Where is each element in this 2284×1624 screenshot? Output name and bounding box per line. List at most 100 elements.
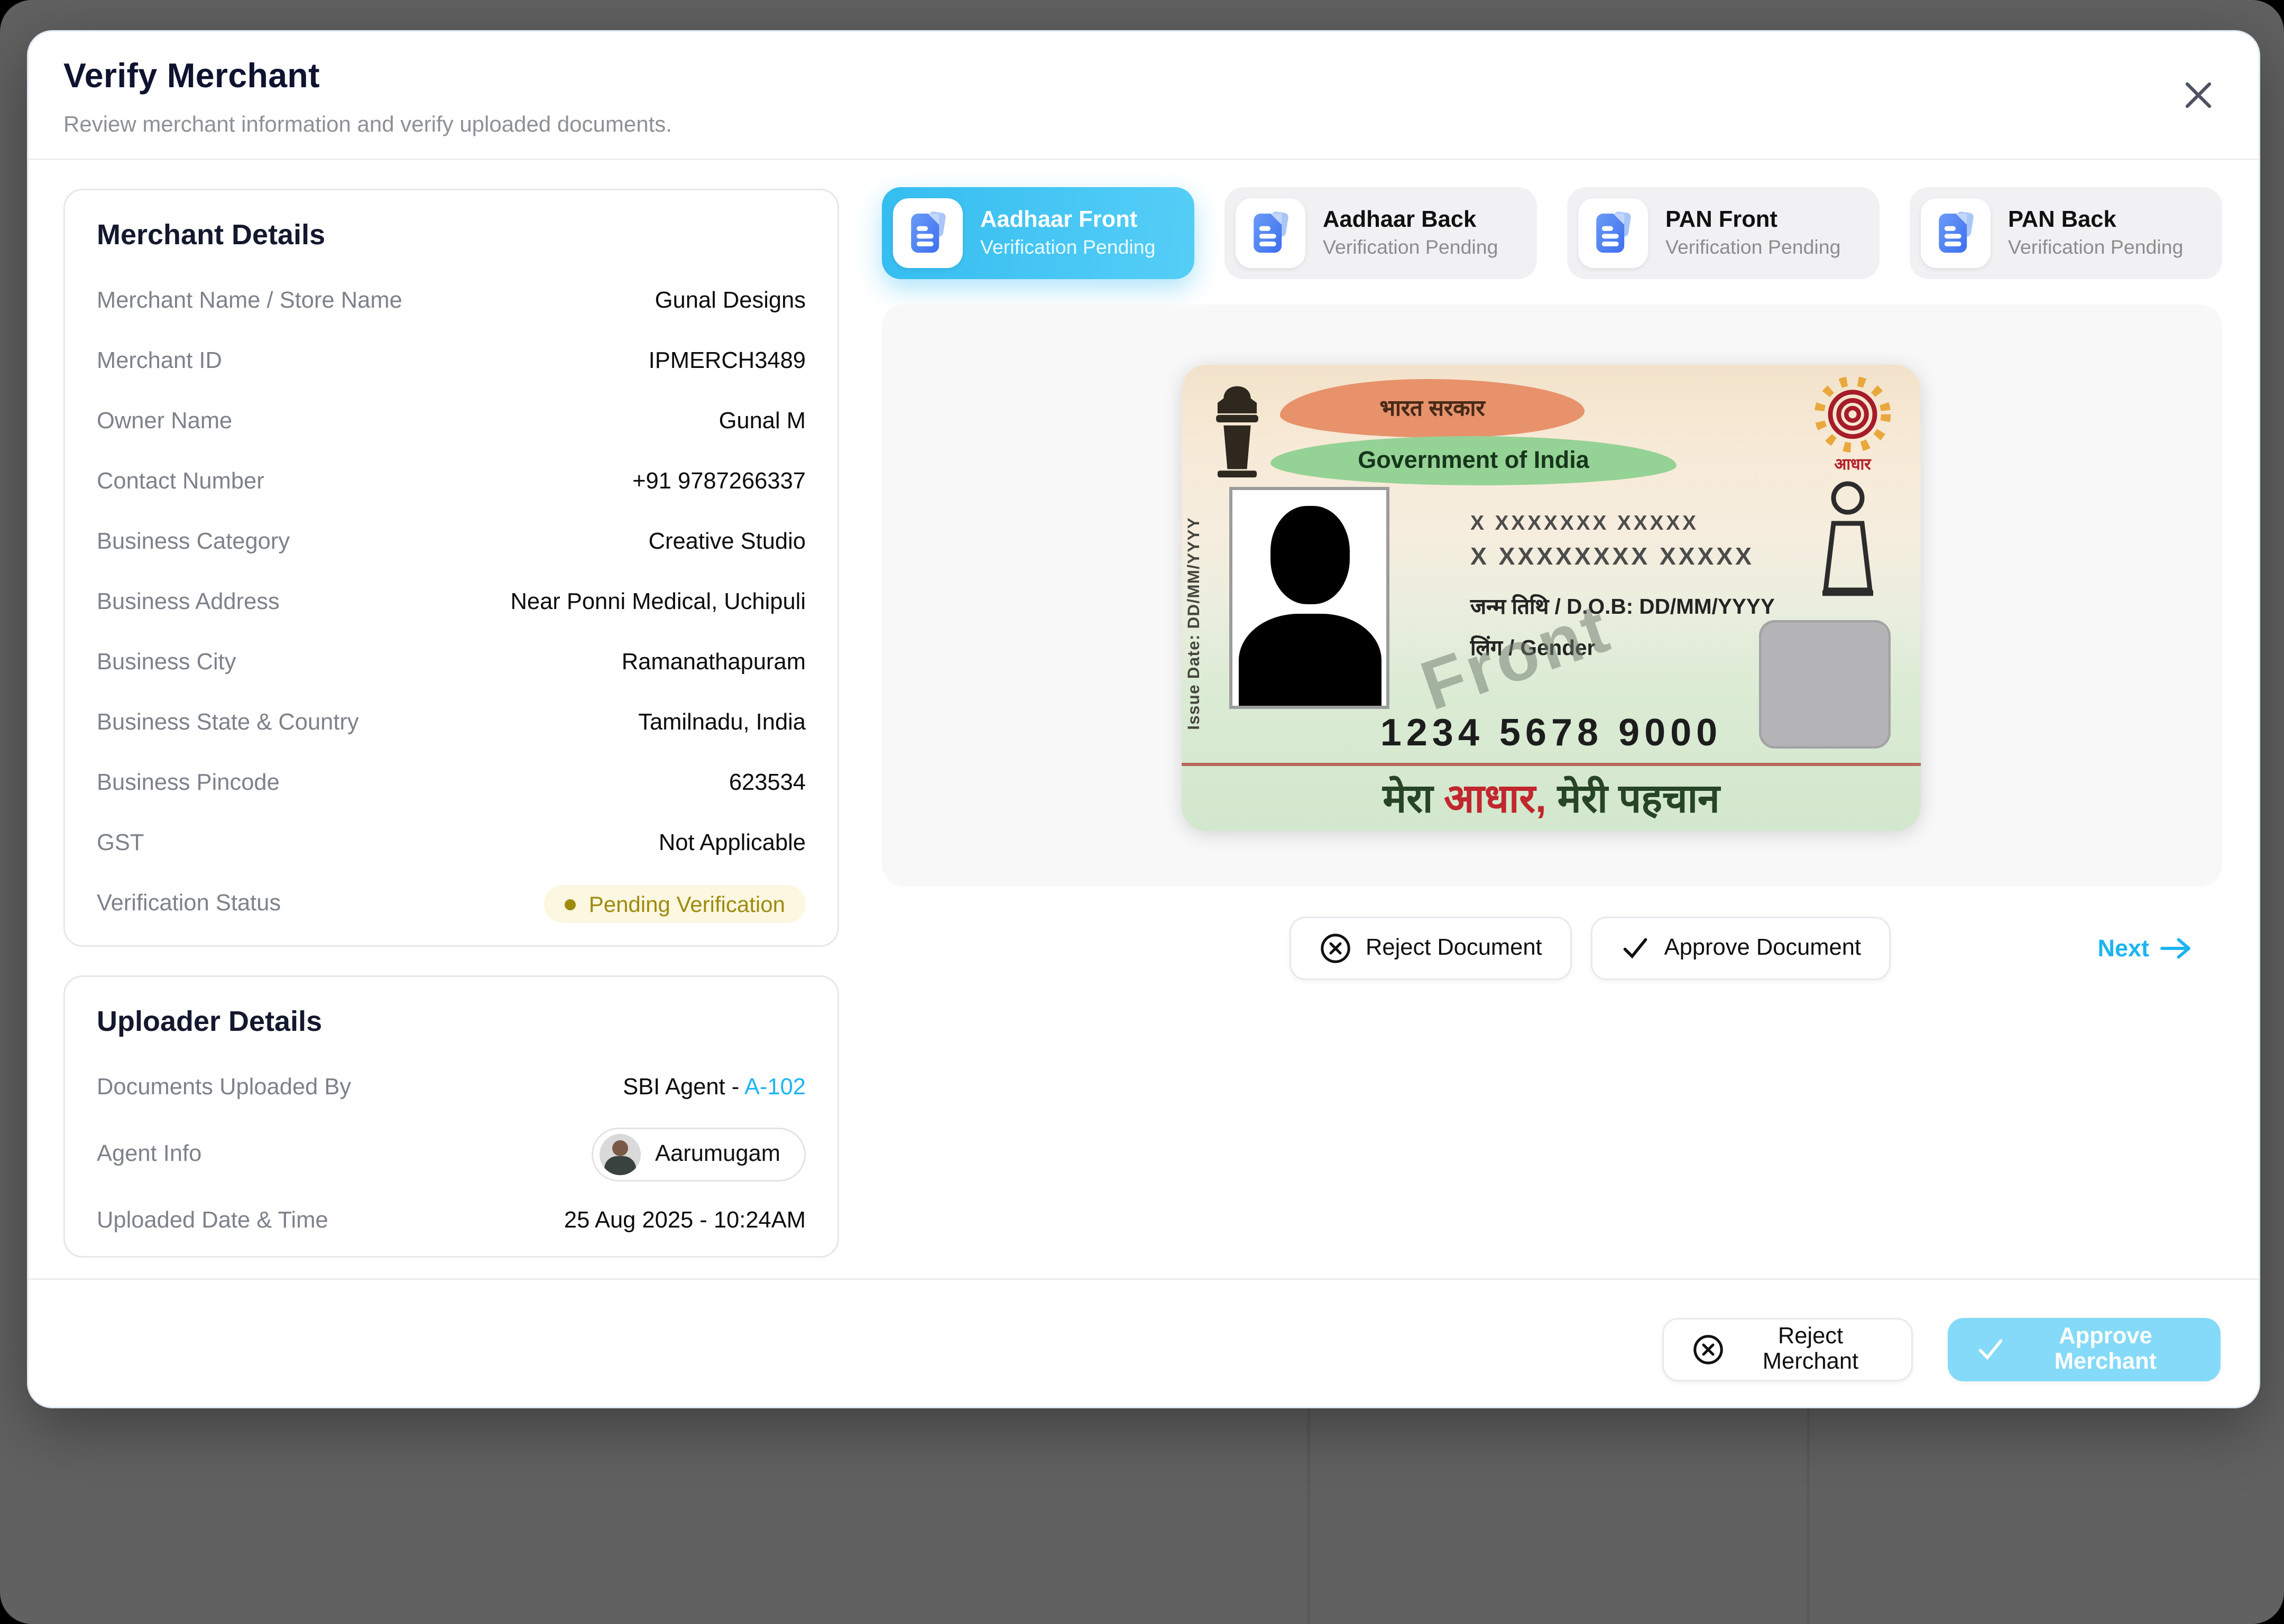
aadhaar-number: 1234 5678 9000 xyxy=(1182,712,1921,756)
detail-row: Owner Name Gunal M xyxy=(97,392,806,452)
uploader-text: SBI Agent - xyxy=(623,1075,744,1101)
row-label: Merchant ID xyxy=(97,349,222,374)
approve-document-button[interactable]: Approve Document xyxy=(1591,917,1891,980)
tagline-part: मेरी पहचान xyxy=(1546,777,1720,822)
row-value: Creative Studio xyxy=(649,530,806,555)
merchant-details-card: Merchant Details Merchant Name / Store N… xyxy=(63,189,839,947)
row-value: 623534 xyxy=(729,771,806,796)
row-value: Gunal Designs xyxy=(655,289,806,314)
row-label: Documents Uploaded By xyxy=(97,1075,351,1101)
photo-placeholder xyxy=(1229,487,1389,709)
hindi-header-banner: भारत सरकार xyxy=(1280,379,1585,438)
english-header-text: Government of India xyxy=(1358,447,1589,474)
row-label: Owner Name xyxy=(97,409,232,435)
row-value: Near Ponni Medical, Uchipuli xyxy=(510,590,806,615)
row-label: Merchant Name / Store Name xyxy=(97,289,402,314)
agent-id-link[interactable]: A-102 xyxy=(744,1075,806,1101)
english-header-banner: Government of India xyxy=(1270,436,1677,485)
document-tabs: Aadhaar Front Verification Pending xyxy=(882,187,2222,279)
detail-row: Merchant ID IPMERCH3489 xyxy=(97,331,806,392)
ashoka-emblem-icon xyxy=(1207,382,1267,484)
checkmark-icon xyxy=(1976,1335,2005,1364)
dimmed-overlay: Verify Merchant Review merchant informat… xyxy=(0,0,2284,1624)
approve-merchant-button[interactable]: Approve Merchant xyxy=(1948,1318,2221,1381)
aadhaar-logo-text: आधार xyxy=(1834,452,1871,474)
row-value: 25 Aug 2025 - 10:24AM xyxy=(564,1208,806,1234)
tab-status: Verification Pending xyxy=(1665,235,1841,261)
tab-pan-front[interactable]: PAN Front Verification Pending xyxy=(1567,187,1880,279)
tab-status: Verification Pending xyxy=(1323,235,1498,261)
row-label: Agent Info xyxy=(97,1142,201,1167)
row-label: Contact Number xyxy=(97,469,264,495)
reject-merchant-button[interactable]: Reject Merchant xyxy=(1662,1318,1913,1381)
next-document-button[interactable]: Next xyxy=(2088,934,2202,964)
uploader-details-card: Uploader Details Documents Uploaded By S… xyxy=(63,975,839,1258)
detail-row: Merchant Name / Store Name Gunal Designs xyxy=(97,271,806,331)
aadhaar-tagline: मेरा आधार, मेरी पहचान xyxy=(1182,771,1921,825)
person-outline-icon xyxy=(1815,479,1881,599)
row-value: Gunal M xyxy=(719,409,806,435)
row-label: GST xyxy=(97,831,144,856)
agent-name: Aarumugam xyxy=(655,1142,780,1167)
page-subtitle: Review merchant information and verify u… xyxy=(63,111,672,136)
next-label: Next xyxy=(2097,935,2149,962)
verification-status-row: Verification Status Pending Verification xyxy=(97,874,806,934)
detail-row: GST Not Applicable xyxy=(97,814,806,874)
tagline-part: मेरा xyxy=(1383,777,1444,822)
row-label: Business Category xyxy=(97,530,290,555)
button-label: Approve Document xyxy=(1664,936,1861,961)
row-label: Business Address xyxy=(97,590,280,615)
masked-id-line2: X XXXXXXXX XXXXX xyxy=(1470,544,1754,573)
detail-row: Contact Number +91 9787266337 xyxy=(97,452,806,512)
merchant-details-heading: Merchant Details xyxy=(65,190,837,252)
issue-date-text: Issue Date: DD/MM/YYYY xyxy=(1185,517,1204,730)
status-text: Pending Verification xyxy=(589,891,785,917)
detail-row: Business Category Creative Studio xyxy=(97,512,806,573)
button-label: Reject Merchant xyxy=(1738,1324,1883,1375)
checkmark-icon xyxy=(1622,934,1650,963)
tab-title: PAN Front xyxy=(1665,206,1841,234)
close-icon xyxy=(2182,79,2214,111)
tab-aadhaar-back[interactable]: Aadhaar Back Verification Pending xyxy=(1224,187,1537,279)
row-value: IPMERCH3489 xyxy=(649,349,806,374)
tab-aadhaar-front[interactable]: Aadhaar Front Verification Pending xyxy=(882,187,1194,279)
aadhaar-logo-icon: आधार xyxy=(1803,373,1902,484)
close-button[interactable] xyxy=(2179,76,2217,114)
row-label: Verification Status xyxy=(97,891,281,917)
button-label: Reject Document xyxy=(1366,936,1542,961)
uploader-details-heading: Uploader Details xyxy=(65,977,837,1039)
hindi-header-text: भारत सरकार xyxy=(1379,393,1485,423)
modal-header: Verify Merchant Review merchant informat… xyxy=(29,32,2259,160)
modal-footer: Reject Merchant Approve Merchant xyxy=(29,1278,2259,1408)
tagline-part-red: आधार, xyxy=(1444,777,1546,822)
tab-status: Verification Pending xyxy=(980,235,1156,261)
tab-title: Aadhaar Back xyxy=(1323,206,1498,234)
reject-document-button[interactable]: Reject Document xyxy=(1290,917,1572,980)
row-label: Business State & Country xyxy=(97,710,359,736)
tab-title: PAN Back xyxy=(2008,206,2184,234)
page-title: Verify Merchant xyxy=(63,57,320,97)
row-value: Ramanathapuram xyxy=(622,650,806,676)
row-label: Business Pincode xyxy=(97,771,280,796)
uploaded-date-row: Uploaded Date & Time 25 Aug 2025 - 10:24… xyxy=(97,1191,806,1251)
circled-x-icon xyxy=(1692,1334,1724,1365)
document-icon xyxy=(1921,198,1991,268)
document-actions: Reject Document Approve Document Next xyxy=(1290,917,2222,980)
avatar xyxy=(600,1134,641,1175)
agent-chip[interactable]: Aarumugam xyxy=(592,1128,806,1182)
button-label: Approve Merchant xyxy=(2019,1324,2192,1375)
row-value: Tamilnadu, India xyxy=(638,710,806,736)
row-label: Business City xyxy=(97,650,236,676)
aadhaar-front-image: भारत सरकार Government of India आधार xyxy=(1182,365,1921,831)
row-label: Uploaded Date & Time xyxy=(97,1208,328,1234)
row-value: +91 9787266337 xyxy=(632,469,806,495)
detail-row: Business City Ramanathapuram xyxy=(97,633,806,693)
tab-pan-back[interactable]: PAN Back Verification Pending xyxy=(1910,187,2222,279)
circled-x-icon xyxy=(1320,933,1351,964)
screen: Verify Merchant Review merchant informat… xyxy=(0,0,2284,1624)
tab-title: Aadhaar Front xyxy=(980,206,1156,234)
status-badge: Pending Verification xyxy=(545,885,806,923)
document-icon xyxy=(1236,198,1305,268)
verify-merchant-modal: Verify Merchant Review merchant informat… xyxy=(27,30,2260,1408)
detail-row: Business Pincode 623534 xyxy=(97,753,806,814)
